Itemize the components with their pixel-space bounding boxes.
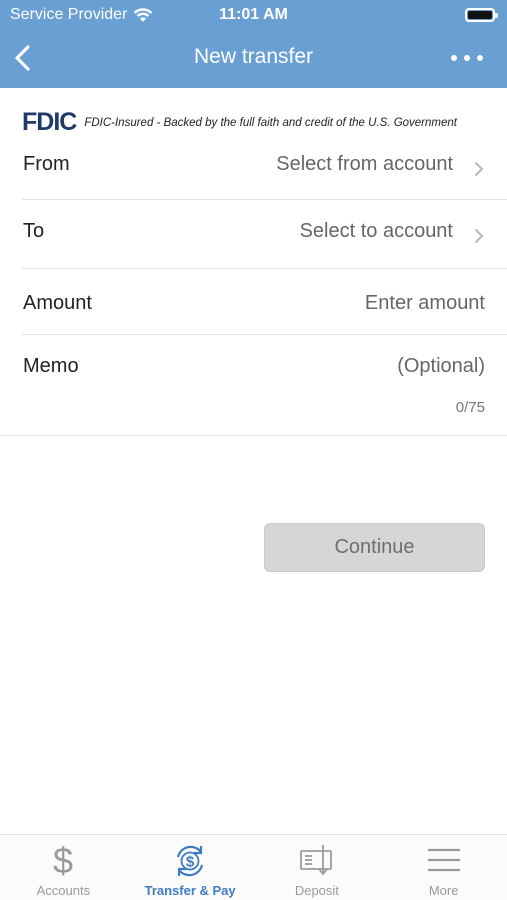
memo-input[interactable]: (Optional) [397, 355, 485, 378]
nav-bar: New transfer [0, 30, 507, 88]
tab-more-label: More [428, 883, 459, 898]
status-time: 11:01 AM [219, 6, 288, 23]
from-account-row[interactable]: From Select from account [0, 140, 507, 200]
chevron-right-icon [475, 229, 484, 243]
tab-deposit[interactable]: Deposit [254, 835, 381, 900]
continue-button[interactable]: Continue [264, 523, 485, 572]
ellipsis-icon [451, 55, 457, 61]
amount-row[interactable]: Amount Enter amount [0, 269, 507, 335]
tab-more[interactable]: More [380, 835, 507, 900]
tab-accounts[interactable]: $ Accounts [0, 835, 127, 900]
menu-icon [427, 848, 460, 872]
tab-accounts-label: Accounts [36, 883, 91, 898]
memo-label: Memo [23, 355, 79, 377]
dollar-icon: $ [53, 841, 73, 879]
chevron-right-icon [475, 162, 484, 176]
to-account-value: Select to account [299, 220, 453, 242]
to-label: To [23, 220, 45, 242]
fdic-logo: FDIC [22, 108, 77, 136]
status-bar: Service Provider 11:01 AM [0, 0, 507, 30]
tab-transfer-pay[interactable]: $ Transfer & Pay [127, 835, 254, 900]
battery-icon [465, 8, 498, 22]
fdic-banner: FDIC FDIC-Insured - Backed by the full f… [22, 108, 457, 137]
more-options-button[interactable] [451, 44, 483, 72]
amount-input[interactable]: Enter amount [365, 292, 485, 315]
from-label: From [23, 153, 70, 175]
to-account-row[interactable]: To Select to account [0, 200, 507, 268]
memo-row[interactable]: Memo (Optional) 0/75 [0, 335, 507, 435]
page-title: New transfer [193, 45, 314, 68]
divider [0, 435, 507, 436]
transfer-icon: $ [177, 845, 204, 877]
check-deposit-icon [299, 845, 332, 876]
tab-transfer-pay-label: Transfer & Pay [144, 883, 236, 898]
tab-bar: $ Accounts $ Transfer & Pay Deposit More [0, 834, 507, 900]
svg-text:$: $ [53, 841, 73, 879]
app-header: Service Provider 11:01 AM New transfer [0, 0, 507, 88]
amount-label: Amount [23, 292, 92, 314]
from-account-value: Select from account [276, 153, 453, 175]
fdic-disclaimer: FDIC-Insured - Backed by the full faith … [84, 116, 457, 129]
tab-deposit-label: Deposit [294, 883, 339, 898]
memo-char-counter: 0/75 [455, 399, 485, 416]
svg-text:$: $ [186, 854, 195, 871]
